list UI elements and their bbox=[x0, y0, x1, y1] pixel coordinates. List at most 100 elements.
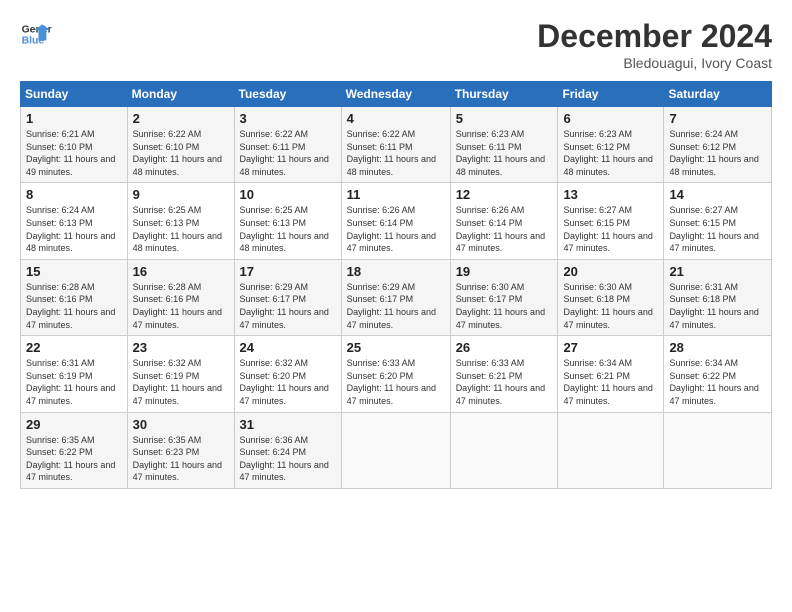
empty-cell bbox=[664, 412, 772, 488]
day-info: Sunrise: 6:24 AMSunset: 6:12 PMDaylight:… bbox=[669, 129, 758, 177]
day-info: Sunrise: 6:35 AMSunset: 6:23 PMDaylight:… bbox=[133, 435, 222, 483]
day-info: Sunrise: 6:26 AMSunset: 6:14 PMDaylight:… bbox=[456, 205, 545, 253]
table-row: 11 Sunrise: 6:26 AMSunset: 6:14 PMDaylig… bbox=[341, 183, 450, 259]
day-number: 3 bbox=[240, 111, 336, 126]
day-info: Sunrise: 6:30 AMSunset: 6:17 PMDaylight:… bbox=[456, 282, 545, 330]
day-info: Sunrise: 6:24 AMSunset: 6:13 PMDaylight:… bbox=[26, 205, 115, 253]
table-row: 7 Sunrise: 6:24 AMSunset: 6:12 PMDayligh… bbox=[664, 107, 772, 183]
day-info: Sunrise: 6:35 AMSunset: 6:22 PMDaylight:… bbox=[26, 435, 115, 483]
day-number: 12 bbox=[456, 187, 553, 202]
day-number: 16 bbox=[133, 264, 229, 279]
table-row: 19 Sunrise: 6:30 AMSunset: 6:17 PMDaylig… bbox=[450, 259, 558, 335]
day-info: Sunrise: 6:22 AMSunset: 6:11 PMDaylight:… bbox=[347, 129, 436, 177]
day-number: 26 bbox=[456, 340, 553, 355]
day-info: Sunrise: 6:30 AMSunset: 6:18 PMDaylight:… bbox=[563, 282, 652, 330]
day-info: Sunrise: 6:36 AMSunset: 6:24 PMDaylight:… bbox=[240, 435, 329, 483]
table-row: 17 Sunrise: 6:29 AMSunset: 6:17 PMDaylig… bbox=[234, 259, 341, 335]
col-friday: Friday bbox=[558, 82, 664, 107]
table-row: 16 Sunrise: 6:28 AMSunset: 6:16 PMDaylig… bbox=[127, 259, 234, 335]
table-row: 25 Sunrise: 6:33 AMSunset: 6:20 PMDaylig… bbox=[341, 336, 450, 412]
day-number: 22 bbox=[26, 340, 122, 355]
col-sunday: Sunday bbox=[21, 82, 128, 107]
day-info: Sunrise: 6:21 AMSunset: 6:10 PMDaylight:… bbox=[26, 129, 115, 177]
table-row: 12 Sunrise: 6:26 AMSunset: 6:14 PMDaylig… bbox=[450, 183, 558, 259]
col-monday: Monday bbox=[127, 82, 234, 107]
day-number: 21 bbox=[669, 264, 766, 279]
day-number: 9 bbox=[133, 187, 229, 202]
day-number: 31 bbox=[240, 417, 336, 432]
day-number: 11 bbox=[347, 187, 445, 202]
table-row: 30 Sunrise: 6:35 AMSunset: 6:23 PMDaylig… bbox=[127, 412, 234, 488]
day-info: Sunrise: 6:23 AMSunset: 6:11 PMDaylight:… bbox=[456, 129, 545, 177]
day-number: 8 bbox=[26, 187, 122, 202]
day-info: Sunrise: 6:27 AMSunset: 6:15 PMDaylight:… bbox=[669, 205, 758, 253]
day-number: 24 bbox=[240, 340, 336, 355]
calendar-week-row: 1 Sunrise: 6:21 AMSunset: 6:10 PMDayligh… bbox=[21, 107, 772, 183]
day-info: Sunrise: 6:29 AMSunset: 6:17 PMDaylight:… bbox=[347, 282, 436, 330]
day-number: 13 bbox=[563, 187, 658, 202]
day-info: Sunrise: 6:22 AMSunset: 6:11 PMDaylight:… bbox=[240, 129, 329, 177]
day-number: 15 bbox=[26, 264, 122, 279]
table-row: 21 Sunrise: 6:31 AMSunset: 6:18 PMDaylig… bbox=[664, 259, 772, 335]
month-title: December 2024 bbox=[537, 18, 772, 55]
table-row: 13 Sunrise: 6:27 AMSunset: 6:15 PMDaylig… bbox=[558, 183, 664, 259]
table-row: 4 Sunrise: 6:22 AMSunset: 6:11 PMDayligh… bbox=[341, 107, 450, 183]
table-row: 9 Sunrise: 6:25 AMSunset: 6:13 PMDayligh… bbox=[127, 183, 234, 259]
col-tuesday: Tuesday bbox=[234, 82, 341, 107]
table-row: 22 Sunrise: 6:31 AMSunset: 6:19 PMDaylig… bbox=[21, 336, 128, 412]
table-row: 2 Sunrise: 6:22 AMSunset: 6:10 PMDayligh… bbox=[127, 107, 234, 183]
empty-cell bbox=[558, 412, 664, 488]
day-number: 4 bbox=[347, 111, 445, 126]
day-number: 28 bbox=[669, 340, 766, 355]
logo: General Blue bbox=[20, 18, 52, 50]
calendar-week-row: 15 Sunrise: 6:28 AMSunset: 6:16 PMDaylig… bbox=[21, 259, 772, 335]
table-row: 24 Sunrise: 6:32 AMSunset: 6:20 PMDaylig… bbox=[234, 336, 341, 412]
day-info: Sunrise: 6:28 AMSunset: 6:16 PMDaylight:… bbox=[26, 282, 115, 330]
day-info: Sunrise: 6:26 AMSunset: 6:14 PMDaylight:… bbox=[347, 205, 436, 253]
col-saturday: Saturday bbox=[664, 82, 772, 107]
day-number: 7 bbox=[669, 111, 766, 126]
table-row: 8 Sunrise: 6:24 AMSunset: 6:13 PMDayligh… bbox=[21, 183, 128, 259]
day-number: 23 bbox=[133, 340, 229, 355]
empty-cell bbox=[450, 412, 558, 488]
table-row: 5 Sunrise: 6:23 AMSunset: 6:11 PMDayligh… bbox=[450, 107, 558, 183]
col-wednesday: Wednesday bbox=[341, 82, 450, 107]
table-row: 18 Sunrise: 6:29 AMSunset: 6:17 PMDaylig… bbox=[341, 259, 450, 335]
day-number: 5 bbox=[456, 111, 553, 126]
day-number: 18 bbox=[347, 264, 445, 279]
day-number: 6 bbox=[563, 111, 658, 126]
day-number: 1 bbox=[26, 111, 122, 126]
day-info: Sunrise: 6:29 AMSunset: 6:17 PMDaylight:… bbox=[240, 282, 329, 330]
day-number: 29 bbox=[26, 417, 122, 432]
day-number: 2 bbox=[133, 111, 229, 126]
col-thursday: Thursday bbox=[450, 82, 558, 107]
table-row: 15 Sunrise: 6:28 AMSunset: 6:16 PMDaylig… bbox=[21, 259, 128, 335]
day-number: 19 bbox=[456, 264, 553, 279]
day-number: 17 bbox=[240, 264, 336, 279]
calendar-week-row: 29 Sunrise: 6:35 AMSunset: 6:22 PMDaylig… bbox=[21, 412, 772, 488]
day-number: 25 bbox=[347, 340, 445, 355]
title-block: December 2024 Bledouagui, Ivory Coast bbox=[537, 18, 772, 71]
calendar-header-row: Sunday Monday Tuesday Wednesday Thursday… bbox=[21, 82, 772, 107]
table-row: 20 Sunrise: 6:30 AMSunset: 6:18 PMDaylig… bbox=[558, 259, 664, 335]
day-number: 10 bbox=[240, 187, 336, 202]
table-row: 31 Sunrise: 6:36 AMSunset: 6:24 PMDaylig… bbox=[234, 412, 341, 488]
logo-icon: General Blue bbox=[20, 18, 52, 50]
calendar-week-row: 8 Sunrise: 6:24 AMSunset: 6:13 PMDayligh… bbox=[21, 183, 772, 259]
header: General Blue December 2024 Bledouagui, I… bbox=[20, 18, 772, 71]
page-container: General Blue December 2024 Bledouagui, I… bbox=[0, 0, 792, 612]
day-info: Sunrise: 6:34 AMSunset: 6:22 PMDaylight:… bbox=[669, 358, 758, 406]
calendar: Sunday Monday Tuesday Wednesday Thursday… bbox=[20, 81, 772, 489]
day-number: 20 bbox=[563, 264, 658, 279]
table-row: 28 Sunrise: 6:34 AMSunset: 6:22 PMDaylig… bbox=[664, 336, 772, 412]
calendar-week-row: 22 Sunrise: 6:31 AMSunset: 6:19 PMDaylig… bbox=[21, 336, 772, 412]
day-info: Sunrise: 6:27 AMSunset: 6:15 PMDaylight:… bbox=[563, 205, 652, 253]
table-row: 1 Sunrise: 6:21 AMSunset: 6:10 PMDayligh… bbox=[21, 107, 128, 183]
day-info: Sunrise: 6:23 AMSunset: 6:12 PMDaylight:… bbox=[563, 129, 652, 177]
table-row: 14 Sunrise: 6:27 AMSunset: 6:15 PMDaylig… bbox=[664, 183, 772, 259]
day-info: Sunrise: 6:32 AMSunset: 6:20 PMDaylight:… bbox=[240, 358, 329, 406]
day-info: Sunrise: 6:25 AMSunset: 6:13 PMDaylight:… bbox=[240, 205, 329, 253]
empty-cell bbox=[341, 412, 450, 488]
table-row: 6 Sunrise: 6:23 AMSunset: 6:12 PMDayligh… bbox=[558, 107, 664, 183]
day-info: Sunrise: 6:32 AMSunset: 6:19 PMDaylight:… bbox=[133, 358, 222, 406]
